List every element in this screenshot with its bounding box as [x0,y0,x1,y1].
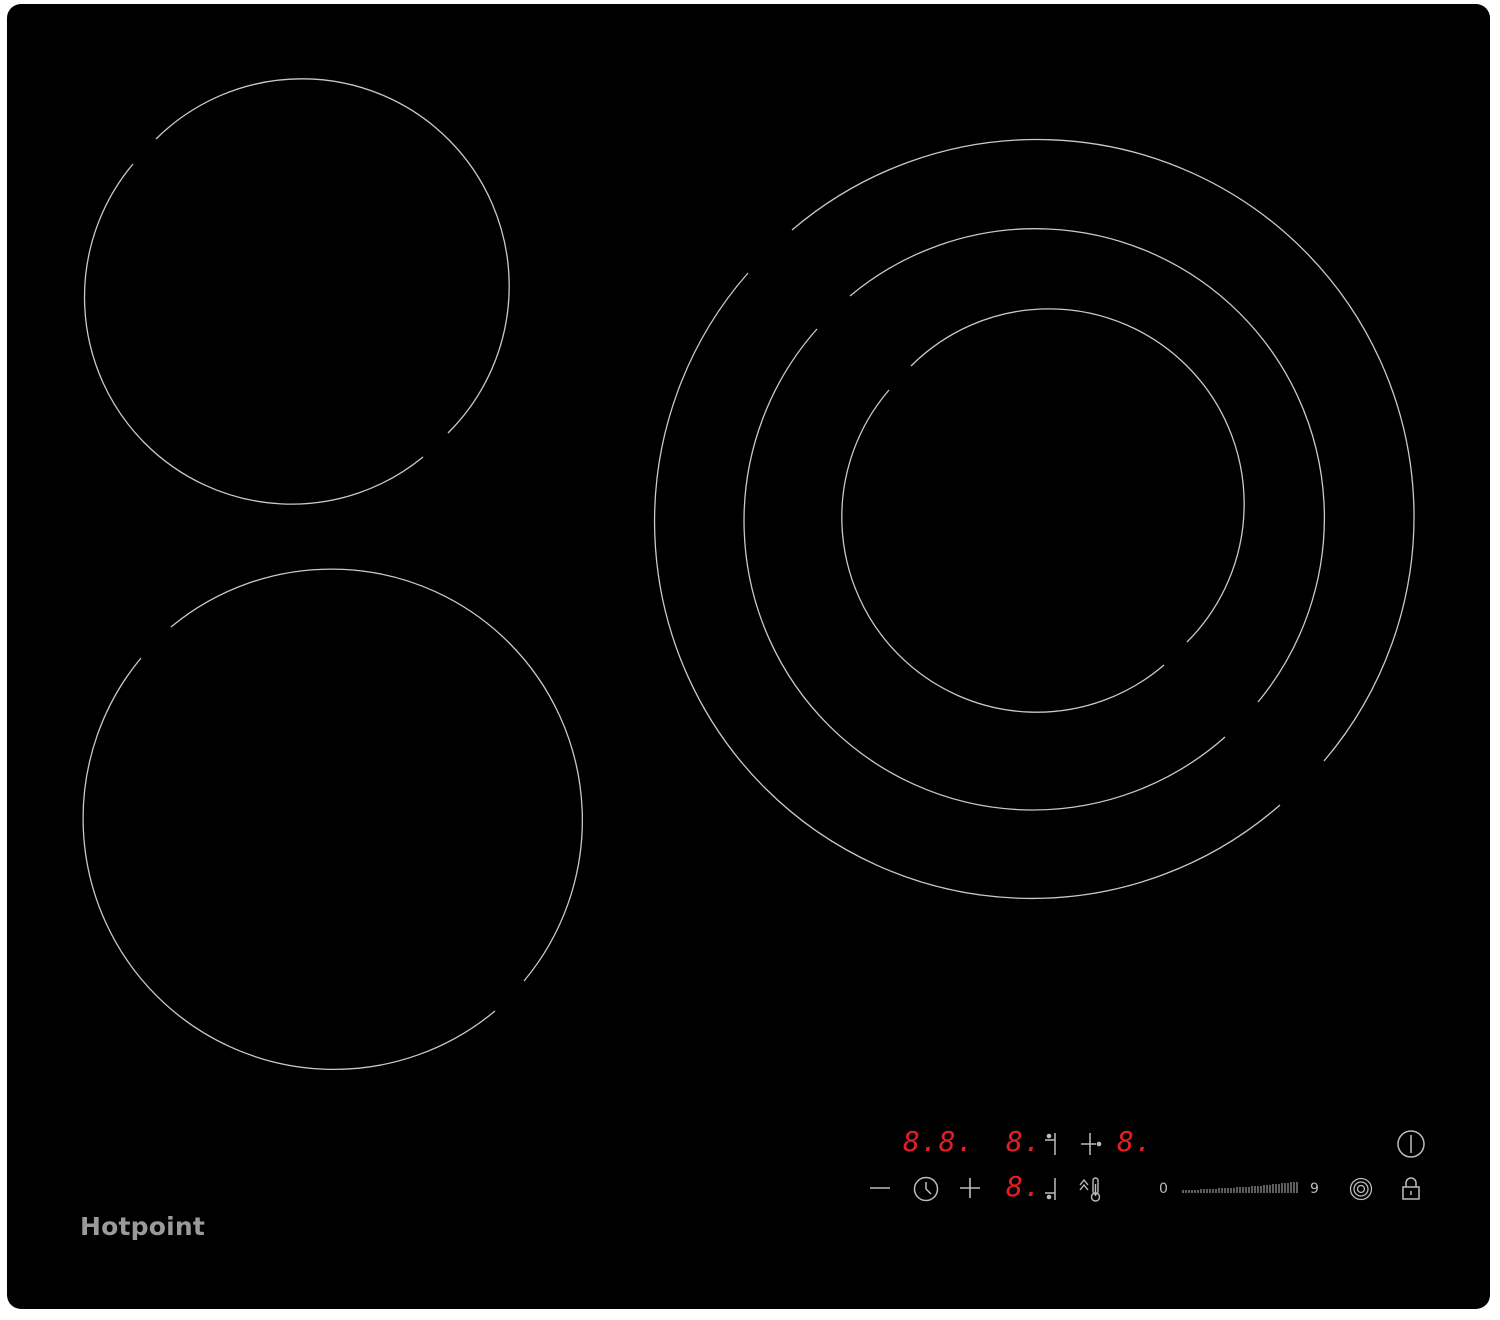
zone-right-inner-ring-segment [841,389,1165,713]
slider-max-label: 9 [1310,1181,1319,1197]
keep-warm-icon [1079,1177,1101,1202]
keep-warm-button[interactable] [1078,1175,1106,1203]
zone-rear-left-ring [155,78,510,434]
clock-icon [913,1176,939,1202]
plus-button[interactable] [958,1176,982,1200]
zone-rear-right-indicator-icon[interactable] [1080,1131,1104,1157]
timer-button[interactable] [912,1175,940,1203]
zone-front-left-ring [170,568,583,982]
zone-rear-left [83,78,510,505]
zone-front-left [82,568,583,1070]
zone-right-outer-ring-segment [653,272,1281,900]
timer-display: 8.8. [903,1125,975,1158]
zone-front-left-display: 8. [1006,1170,1042,1203]
power-level-slider[interactable] [1181,1180,1301,1198]
power-icon [1397,1130,1425,1158]
zone-rear-left-ring-segment [83,163,424,505]
zone-front-left-indicator-icon[interactable] [1043,1176,1063,1202]
zone-right-middle-ring [849,228,1326,703]
lock-button[interactable] [1400,1176,1422,1202]
zone-rear-right-display: 8. [1117,1125,1153,1158]
boost-icon [1349,1177,1373,1201]
power-button[interactable] [1396,1129,1426,1159]
zone-rear-left-display: 8. [1006,1125,1042,1158]
plus-icon [960,1178,980,1198]
slider-min-label: 0 [1159,1181,1168,1197]
cooking-zones [82,78,1415,1070]
zone-front-left-ring-segment [82,657,496,1070]
minus-button[interactable] [868,1176,892,1200]
boost-button[interactable] [1348,1176,1374,1202]
lock-icon [1402,1177,1420,1200]
zone-right-inner-ring [910,308,1245,643]
zone-right-middle-ring-segment [743,328,1226,811]
zone-right-outer-ring [791,138,1415,762]
zone-right-triple [653,138,1415,900]
minus-icon [870,1187,890,1189]
zone-rear-left-indicator-icon[interactable] [1043,1131,1063,1157]
brand-logo: Hotpoint [80,1212,206,1241]
